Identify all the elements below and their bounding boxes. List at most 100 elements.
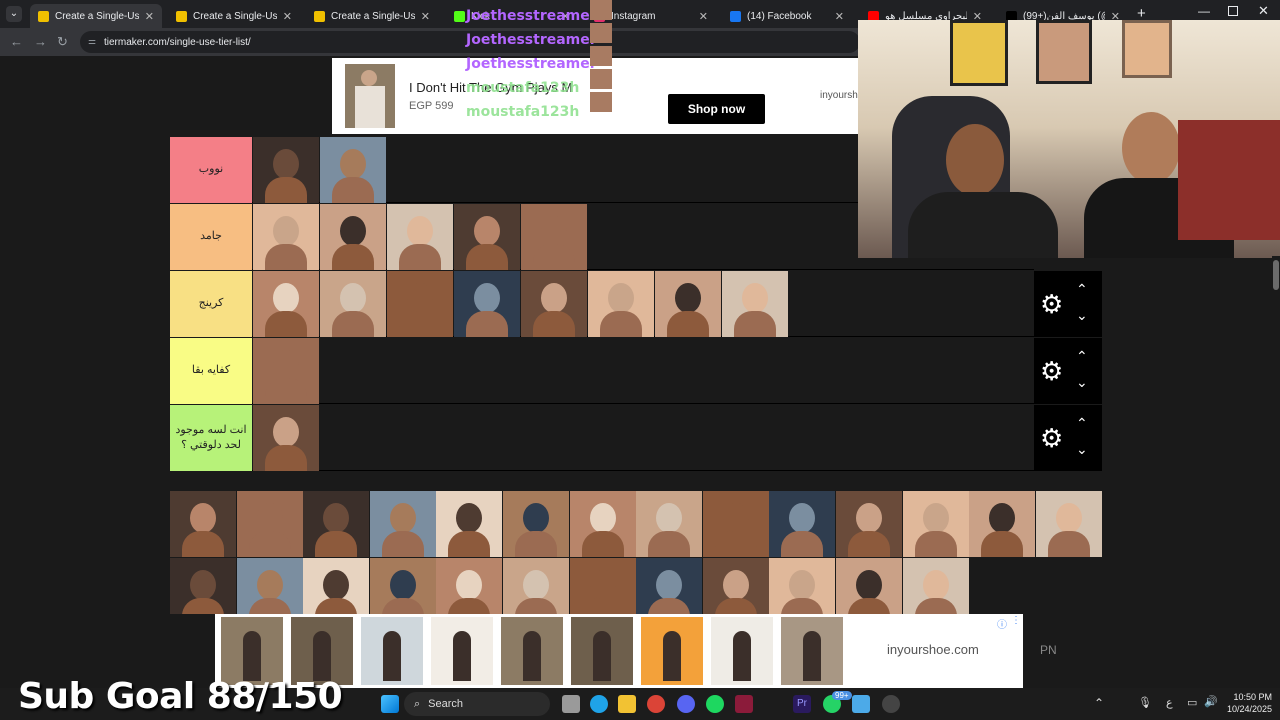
tier-item-thumbnail[interactable] bbox=[454, 204, 520, 270]
pool-item-thumbnail[interactable] bbox=[1035, 491, 1102, 557]
ad-product-thumbnail[interactable] bbox=[781, 617, 843, 685]
scrollbar-track[interactable] bbox=[1272, 256, 1280, 688]
mic-icon[interactable]: 🎙 bbox=[1138, 696, 1152, 709]
gear-icon[interactable]: ⚙ bbox=[1040, 421, 1063, 455]
pool-item-thumbnail[interactable] bbox=[236, 558, 303, 614]
pool-item-thumbnail[interactable] bbox=[369, 491, 436, 557]
ad-info-icon[interactable]: ⓘ bbox=[997, 616, 1007, 631]
tab-search-button[interactable]: ⌄ bbox=[6, 6, 22, 22]
file-explorer-icon[interactable] bbox=[618, 695, 636, 713]
pool-item-thumbnail[interactable] bbox=[902, 491, 969, 557]
network-icon[interactable]: ▭ bbox=[1187, 696, 1197, 709]
tier-item-thumbnail[interactable] bbox=[387, 204, 453, 270]
pool-item-thumbnail[interactable] bbox=[436, 491, 503, 557]
pool-item-thumbnail[interactable] bbox=[969, 491, 1036, 557]
ad-product-thumbnail[interactable] bbox=[221, 617, 283, 685]
move-down-icon[interactable]: ⌄ bbox=[1076, 441, 1088, 458]
pool-item-thumbnail[interactable] bbox=[836, 491, 902, 557]
pool-item-thumbnail[interactable] bbox=[636, 558, 703, 614]
tier-item-thumbnail[interactable] bbox=[387, 271, 453, 337]
tier-label[interactable]: جامد bbox=[170, 204, 252, 270]
browser-tab[interactable]: (14) Facebook ✕ bbox=[722, 4, 852, 28]
windows-start-icon[interactable] bbox=[381, 695, 399, 713]
browser-tab[interactable]: Create a Single-Use Tier L ✕ bbox=[30, 4, 162, 28]
premiere-icon[interactable]: Pr bbox=[793, 695, 811, 713]
ad-close-icon[interactable]: ⋮ bbox=[1011, 615, 1021, 626]
tier-item-thumbnail[interactable] bbox=[454, 271, 520, 337]
pool-item-thumbnail[interactable] bbox=[636, 491, 703, 557]
language-indicator[interactable]: ع bbox=[1166, 696, 1173, 709]
tab-close-icon[interactable]: ✕ bbox=[145, 10, 154, 23]
reload-icon[interactable]: ↻ bbox=[57, 34, 68, 50]
pool-item-thumbnail[interactable] bbox=[769, 491, 836, 557]
browser-tab[interactable]: Create a Single-Use Tier L ✕ bbox=[168, 4, 300, 28]
pool-item-thumbnail[interactable] bbox=[436, 558, 503, 614]
tier-item-thumbnail[interactable] bbox=[253, 204, 319, 270]
tab-close-icon[interactable]: ✕ bbox=[421, 10, 430, 23]
ad-product-thumbnail[interactable] bbox=[361, 617, 423, 685]
pool-item-thumbnail[interactable] bbox=[369, 558, 436, 614]
tier-label[interactable]: كفايه بقا bbox=[170, 338, 252, 404]
tier-item-thumbnail[interactable] bbox=[253, 137, 319, 203]
gear-icon[interactable]: ⚙ bbox=[1040, 354, 1063, 388]
pool-item-thumbnail[interactable] bbox=[902, 558, 969, 614]
pool-item-thumbnail[interactable] bbox=[303, 491, 370, 557]
tier-item-thumbnail[interactable] bbox=[655, 271, 721, 337]
spotify-icon[interactable] bbox=[706, 695, 724, 713]
tier-item-thumbnail[interactable] bbox=[320, 271, 386, 337]
clock-date[interactable]: 10/24/2025 bbox=[1222, 704, 1272, 714]
move-up-icon[interactable]: ⌃ bbox=[1076, 281, 1088, 298]
tier-label[interactable]: نووب bbox=[170, 137, 252, 203]
move-down-icon[interactable]: ⌄ bbox=[1076, 374, 1088, 391]
close-window-button[interactable]: ✕ bbox=[1258, 3, 1269, 19]
pool-item-thumbnail[interactable] bbox=[836, 558, 902, 614]
tier-item-thumbnail[interactable] bbox=[253, 338, 319, 404]
obs-icon[interactable] bbox=[882, 695, 900, 713]
ad-product-thumbnail[interactable] bbox=[711, 617, 773, 685]
pool-item-thumbnail[interactable] bbox=[236, 491, 303, 557]
taskbar-search[interactable]: ⌕ Search bbox=[404, 692, 550, 716]
pool-item-thumbnail[interactable] bbox=[503, 491, 569, 557]
forward-icon[interactable]: → bbox=[34, 34, 47, 49]
tray-chevron-icon[interactable]: ⌃ bbox=[1094, 696, 1104, 710]
tier-item-thumbnail[interactable] bbox=[722, 271, 788, 337]
tab-close-icon[interactable]: ✕ bbox=[835, 10, 844, 23]
browser-tab[interactable]: Create a Single-Use Tier L ✕ bbox=[306, 4, 438, 28]
move-up-icon[interactable]: ⌃ bbox=[1076, 415, 1088, 432]
tier-item-thumbnail[interactable] bbox=[253, 271, 319, 337]
pool-item-thumbnail[interactable] bbox=[702, 558, 769, 614]
discord-icon[interactable] bbox=[677, 695, 695, 713]
ad-shop-now-button[interactable]: Shop now bbox=[668, 94, 765, 124]
pool-item-thumbnail[interactable] bbox=[170, 558, 236, 614]
ad-product-thumbnail[interactable] bbox=[571, 617, 633, 685]
pool-item-thumbnail[interactable] bbox=[170, 491, 236, 557]
minimize-button[interactable]: — bbox=[1198, 4, 1210, 18]
move-down-icon[interactable]: ⌄ bbox=[1076, 307, 1088, 324]
tab-close-icon[interactable]: ✕ bbox=[283, 10, 292, 23]
tier-item-thumbnail[interactable] bbox=[320, 204, 386, 270]
task-view-icon[interactable] bbox=[562, 695, 580, 713]
chrome-icon[interactable] bbox=[647, 695, 665, 713]
maximize-button[interactable] bbox=[1228, 6, 1238, 16]
tier-item-thumbnail[interactable] bbox=[521, 271, 587, 337]
ad-product-thumbnail[interactable] bbox=[641, 617, 703, 685]
clock-time[interactable]: 10:50 PM bbox=[1226, 692, 1272, 702]
tab-close-icon[interactable]: ✕ bbox=[699, 10, 708, 23]
ad-product-thumbnail[interactable] bbox=[431, 617, 493, 685]
tier-item-thumbnail[interactable] bbox=[253, 405, 319, 471]
pool-item-thumbnail[interactable] bbox=[569, 491, 636, 557]
pool-item-thumbnail[interactable] bbox=[569, 558, 636, 614]
notepad-icon[interactable] bbox=[852, 695, 870, 713]
pool-item-thumbnail[interactable] bbox=[702, 491, 769, 557]
ad-product-thumbnail[interactable] bbox=[501, 617, 563, 685]
gear-icon[interactable]: ⚙ bbox=[1040, 287, 1063, 321]
tier-item-thumbnail[interactable] bbox=[320, 137, 386, 203]
back-icon[interactable]: ← bbox=[10, 34, 23, 49]
volume-icon[interactable]: 🔊 bbox=[1204, 695, 1218, 708]
pool-item-thumbnail[interactable] bbox=[769, 558, 836, 614]
site-info-icon[interactable]: ⚌ bbox=[88, 36, 96, 47]
move-up-icon[interactable]: ⌃ bbox=[1076, 348, 1088, 365]
scrollbar-thumb[interactable] bbox=[1273, 260, 1279, 290]
edge-icon[interactable] bbox=[590, 695, 608, 713]
ad-product-thumbnail[interactable] bbox=[291, 617, 353, 685]
